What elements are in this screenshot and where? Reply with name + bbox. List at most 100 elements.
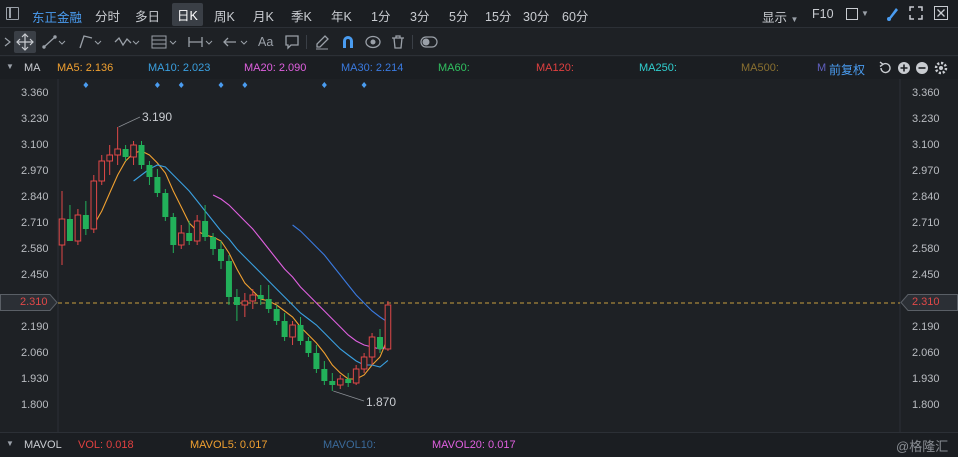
top-bar: 东正金融 分时 多日 日K 周K 月K 季K 年K 1分 3分 5分 15分 30分 60分 显示 ▼ … [0, 0, 958, 28]
y-tick-right: 2.710 [912, 217, 940, 229]
candle-body [210, 237, 217, 249]
text-tool-icon[interactable]: Aa [258, 35, 273, 49]
arrow-tool-icon[interactable] [222, 34, 250, 53]
display-dropdown[interactable]: 显示 ▼ [762, 7, 798, 26]
tab-12[interactable]: 60分 [562, 6, 588, 25]
event-marker-icon [154, 82, 160, 88]
candle-body [233, 297, 240, 305]
candle-body [329, 381, 336, 385]
candle-body [297, 325, 304, 341]
tab-1[interactable]: 多日 [135, 6, 160, 25]
candle-body [177, 232, 185, 246]
y-tick-left: 2.190 [21, 321, 49, 333]
event-marker-icon [178, 82, 184, 88]
candle-body [281, 321, 288, 337]
ma30-line [292, 224, 389, 323]
high-annotation: 3.190 [142, 110, 173, 124]
collapse-ma-icon[interactable]: ▼ [6, 62, 14, 71]
display-label: 显示 [762, 11, 788, 25]
candle-body [162, 193, 169, 217]
current-price-tag-right: 2.310 [900, 294, 958, 311]
collapse-toolbar-icon[interactable] [4, 35, 12, 52]
candlestick-chart[interactable] [0, 79, 958, 432]
event-marker-icon [83, 82, 89, 88]
layout-icon[interactable] [6, 7, 19, 20]
y-tick-left: 2.970 [21, 165, 49, 177]
tab-3[interactable]: 周K [214, 6, 235, 25]
fibonacci-tool-icon[interactable] [150, 34, 178, 53]
main-chart[interactable]: 3.360 3.230 3.100 2.970 2.840 2.710 2.580 2.450… [0, 79, 958, 432]
comment-icon[interactable] [284, 34, 300, 53]
ma-indicator-bar: ▼ MA MA5: 2.136 MA10: 2.023 MA20: 2.090 MA3… [0, 57, 958, 79]
mavol-label[interactable]: MAVOL [24, 439, 62, 451]
tab-0[interactable]: 分时 [95, 6, 120, 25]
square-icon[interactable] [846, 8, 858, 20]
candle-body [321, 369, 328, 381]
candle-body [352, 368, 360, 384]
settings-icon[interactable] [934, 61, 948, 78]
y-tick-left: 3.230 [21, 113, 49, 125]
y-tick-left: 3.100 [21, 139, 49, 151]
tab-6[interactable]: 年K [331, 6, 352, 25]
y-tick-right: 2.060 [912, 347, 940, 359]
tab-2[interactable]: 日K [172, 3, 203, 26]
channel-tool-icon[interactable] [78, 34, 102, 53]
chevron-down-icon[interactable]: ▼ [861, 9, 869, 18]
tab-8[interactable]: 3分 [410, 6, 429, 25]
crosshair-icon[interactable] [14, 31, 36, 53]
adjust-button[interactable]: 前复权 [829, 61, 865, 78]
y-tick-right: 2.580 [912, 243, 940, 255]
y-tick-left: 3.360 [21, 87, 49, 99]
f10-button[interactable]: F10 [812, 7, 834, 21]
tab-11[interactable]: 30分 [523, 6, 549, 25]
candle-body [130, 144, 137, 158]
current-price-tag-left: 2.310 [0, 294, 58, 311]
event-marker-icon [218, 82, 224, 88]
vol-item-3: MAVOL20: 0.017 [432, 439, 516, 451]
y-tick-left: 2.840 [21, 191, 49, 203]
tab-9[interactable]: 5分 [449, 6, 468, 25]
y-tick-right: 2.450 [912, 269, 940, 281]
candle-body [313, 353, 320, 369]
candle-body [193, 220, 201, 242]
drawing-toolbar: Aa [0, 28, 958, 56]
y-tick-left: 1.800 [21, 399, 49, 411]
reset-icon[interactable] [878, 61, 892, 78]
tab-4[interactable]: 月K [253, 6, 274, 25]
vol-item-2: MAVOL10: [323, 439, 376, 451]
candle-body [384, 304, 392, 350]
brush-icon[interactable] [885, 4, 901, 25]
expand-icon[interactable] [909, 6, 923, 23]
add-indicator-icon[interactable] [897, 61, 911, 78]
close-icon[interactable] [934, 6, 948, 23]
tab-5[interactable]: 季K [291, 6, 312, 25]
divider [412, 35, 413, 49]
remove-indicator-icon[interactable] [915, 61, 929, 78]
toggle-icon[interactable] [420, 35, 438, 52]
line-tool-icon[interactable] [42, 34, 66, 53]
measure-tool-icon[interactable] [187, 34, 215, 53]
pencil-icon[interactable] [314, 34, 330, 53]
chevron-down-icon: ▼ [790, 15, 799, 24]
ma-label[interactable]: MA [24, 62, 41, 74]
candle-body [98, 160, 106, 182]
tab-10[interactable]: 15分 [485, 6, 511, 25]
event-marker-icon [242, 82, 248, 88]
wave-tool-icon[interactable] [114, 34, 140, 53]
magnet-icon[interactable] [340, 34, 356, 53]
collapse-vol-icon[interactable]: ▼ [6, 439, 14, 448]
y-tick-left: 2.060 [21, 347, 49, 359]
y-tick-right: 2.840 [912, 191, 940, 203]
candle-body [336, 378, 344, 386]
vol-item-1: MAVOL5: 0.017 [190, 439, 268, 451]
eye-icon[interactable] [365, 34, 381, 53]
stock-name[interactable]: 东正金融 [32, 7, 82, 26]
candle-body [74, 214, 82, 242]
trash-icon[interactable] [390, 34, 406, 53]
ma-item-8: M [817, 62, 827, 74]
event-marker-icon [361, 82, 367, 88]
candle-body [265, 299, 272, 309]
tab-7[interactable]: 1分 [371, 6, 390, 25]
current-price-right: 2.310 [912, 296, 940, 308]
candle-body [170, 217, 177, 245]
